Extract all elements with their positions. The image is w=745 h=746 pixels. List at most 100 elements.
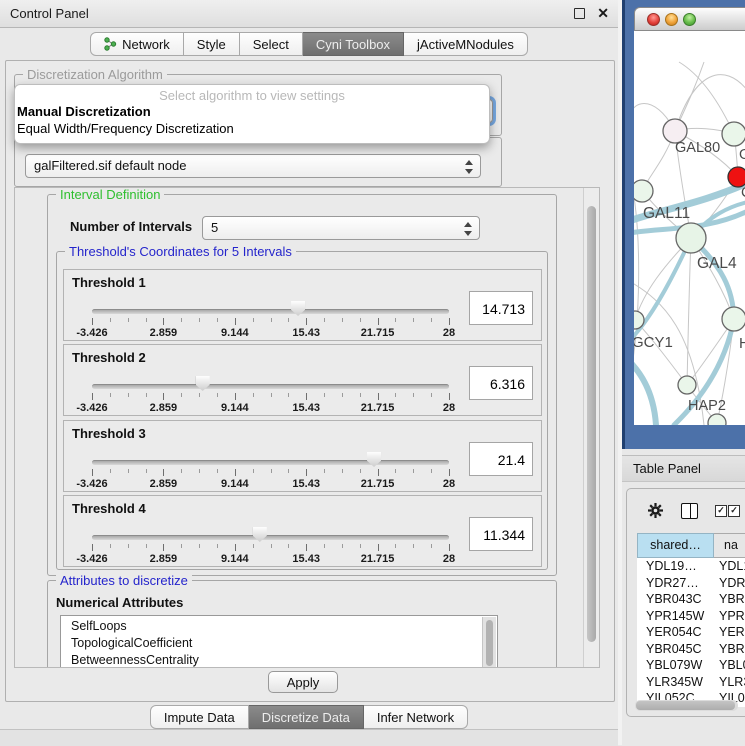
node-gal11[interactable]: [634, 180, 653, 202]
combo-arrows-icon: [465, 159, 473, 175]
cell-name[interactable]: YBR0: [714, 641, 745, 658]
table-panel-title: Table Panel: [622, 456, 745, 481]
threshold-label: Threshold 1: [72, 275, 146, 290]
cell-name[interactable]: YDR2: [714, 575, 745, 592]
cell-shared-name[interactable]: YDL19…: [637, 558, 714, 575]
list-item[interactable]: BetweennessCentrality: [61, 652, 497, 667]
attributes-group: Attributes to discretize Numerical Attri…: [47, 580, 557, 667]
table-hscrollbar[interactable]: [635, 700, 738, 711]
num-intervals-combobox[interactable]: 5: [202, 216, 480, 240]
numerical-attributes-list[interactable]: SelfLoopsTopologicalCoefficientBetweenne…: [60, 615, 498, 667]
node-table-header: shared… na: [637, 533, 745, 558]
bottom-tabbar: Impute Data Discretize Data Infer Networ…: [0, 701, 618, 729]
table-data-value: galFiltered.sif default node: [34, 158, 186, 173]
table-row[interactable]: YER054CYER0: [637, 624, 745, 641]
tab-style[interactable]: Style: [184, 32, 240, 56]
float-icon[interactable]: [574, 8, 585, 19]
slider-track[interactable]: [92, 460, 449, 465]
table-row[interactable]: YBL079WYBL0: [637, 657, 745, 674]
list-item[interactable]: SelfLoops: [61, 618, 497, 635]
node-label: GA: [739, 147, 745, 163]
table-data-combobox[interactable]: galFiltered.sif default node: [25, 154, 481, 178]
cell-shared-name[interactable]: YBL079W: [637, 657, 714, 674]
control-panel-footer: [0, 729, 618, 746]
tab-select[interactable]: Select: [240, 32, 303, 56]
cell-name[interactable]: YDL1: [714, 558, 745, 575]
cell-shared-name[interactable]: YER054C: [637, 624, 714, 641]
threshold-value-field[interactable]: 6.316: [469, 366, 533, 400]
tab-infer-network[interactable]: Infer Network: [364, 705, 468, 729]
apply-button[interactable]: Apply: [268, 671, 338, 693]
zoom-green-icon[interactable]: [683, 13, 696, 26]
table-row[interactable]: YPR145WYPR1: [637, 608, 745, 625]
list-scrollbar[interactable]: [482, 617, 496, 667]
close-red-icon[interactable]: [647, 13, 660, 26]
column-header-shared[interactable]: shared…: [637, 533, 714, 558]
num-intervals-label: Number of Intervals: [70, 219, 192, 234]
table-row[interactable]: YBR045CYBR0: [637, 641, 745, 658]
threshold-slider[interactable]: -3.4262.8599.14415.4321.71528: [92, 526, 449, 564]
cell-name[interactable]: YER0: [714, 624, 745, 641]
tab-jactivemnodules[interactable]: jActiveMNodules: [404, 32, 528, 56]
node-partial-right[interactable]: [722, 307, 745, 331]
node-partial-top-right[interactable]: [722, 122, 745, 146]
cell-name[interactable]: YPR1: [714, 608, 745, 625]
column-header-name[interactable]: na: [714, 533, 745, 558]
cell-name[interactable]: YLR3: [714, 674, 745, 691]
threshold-value-field[interactable]: 11.344: [469, 517, 533, 551]
table-row[interactable]: YBR043CYBR0: [637, 591, 745, 608]
threshold-panel: Threshold 2-3.4262.8599.14415.4321.71528…: [63, 344, 542, 416]
slider-track[interactable]: [92, 309, 449, 314]
threshold-slider[interactable]: -3.4262.8599.14415.4321.71528: [92, 300, 449, 338]
columns-icon[interactable]: [681, 503, 698, 519]
table-panel: ✓ ✓ shared… na YDL19…YDL1YDR27…YDR2YBR04…: [626, 488, 745, 717]
cell-shared-name[interactable]: YPR145W: [637, 608, 714, 625]
list-item[interactable]: TopologicalCoefficient: [61, 635, 497, 652]
slider-track[interactable]: [92, 384, 449, 389]
checkbox-icon[interactable]: ✓: [715, 505, 727, 517]
threshold-panel: Threshold 3-3.4262.8599.14415.4321.71528…: [63, 420, 542, 492]
threshold-value-field[interactable]: 21.4: [469, 442, 533, 476]
thresholds-group-title: Threshold's Coordinates for 5 Intervals: [65, 244, 296, 259]
dropdown-item-equal-width[interactable]: Equal Width/Frequency Discretization: [15, 120, 489, 137]
threshold-value-field[interactable]: 14.713: [469, 291, 533, 325]
algorithm-group-title: Discretization Algorithm: [23, 67, 167, 82]
table-row[interactable]: YLR345WYLR3: [637, 674, 745, 691]
cell-name[interactable]: YBR0: [714, 591, 745, 608]
cell-shared-name[interactable]: YBR045C: [637, 641, 714, 658]
tab-cyni-toolbox[interactable]: Cyni Toolbox: [303, 32, 404, 56]
dropdown-item-manual-discretization[interactable]: Manual Discretization: [15, 103, 489, 120]
node-label: GAL11: [643, 205, 690, 222]
settings-scrollbar[interactable]: [583, 188, 599, 667]
gear-icon[interactable]: [647, 502, 664, 524]
node-gal4[interactable]: [676, 223, 706, 253]
slider-tick-labels: -3.4262.8599.14415.4321.71528: [92, 478, 449, 490]
close-icon[interactable]: ✕: [597, 0, 609, 26]
table-row[interactable]: YDL19…YDL1: [637, 558, 745, 575]
table-row[interactable]: YDR27…YDR2: [637, 575, 745, 592]
cell-shared-name[interactable]: YBR043C: [637, 591, 714, 608]
node-red-selected[interactable]: [728, 167, 745, 187]
settings-viewport: Interval Definition Number of Intervals …: [15, 188, 584, 667]
network-window: GAL80 GA C GAL11 GAL4 GCY1 H HAP2: [622, 0, 745, 449]
interval-definition-group: Interval Definition Number of Intervals …: [47, 194, 557, 576]
threshold-slider[interactable]: -3.4262.8599.14415.4321.71528: [92, 451, 449, 489]
panel-title: Control Panel: [10, 0, 89, 27]
tab-network[interactable]: Network: [90, 32, 184, 56]
combo-arrows-icon: [464, 221, 472, 237]
cell-shared-name[interactable]: YLR345W: [637, 674, 714, 691]
minimize-yellow-icon[interactable]: [665, 13, 678, 26]
node-label: GAL4: [697, 255, 737, 272]
cell-shared-name[interactable]: YDR27…: [637, 575, 714, 592]
node-hap2[interactable]: [678, 376, 696, 394]
network-canvas[interactable]: GAL80 GA C GAL11 GAL4 GCY1 H HAP2: [634, 31, 745, 425]
slider-track[interactable]: [92, 535, 449, 540]
tab-impute-data[interactable]: Impute Data: [150, 705, 249, 729]
node-table-body: YDL19…YDL1YDR27…YDR2YBR043CYBR0YPR145WYP…: [637, 558, 745, 707]
node-label: GAL80: [675, 140, 720, 156]
cell-name[interactable]: YBL0: [714, 657, 745, 674]
table-data-group: Table Data galFiltered.sif default node: [14, 137, 502, 187]
threshold-slider[interactable]: -3.4262.8599.14415.4321.71528: [92, 375, 449, 413]
checkbox-icon[interactable]: ✓: [728, 505, 740, 517]
tab-discretize-data[interactable]: Discretize Data: [249, 705, 364, 729]
